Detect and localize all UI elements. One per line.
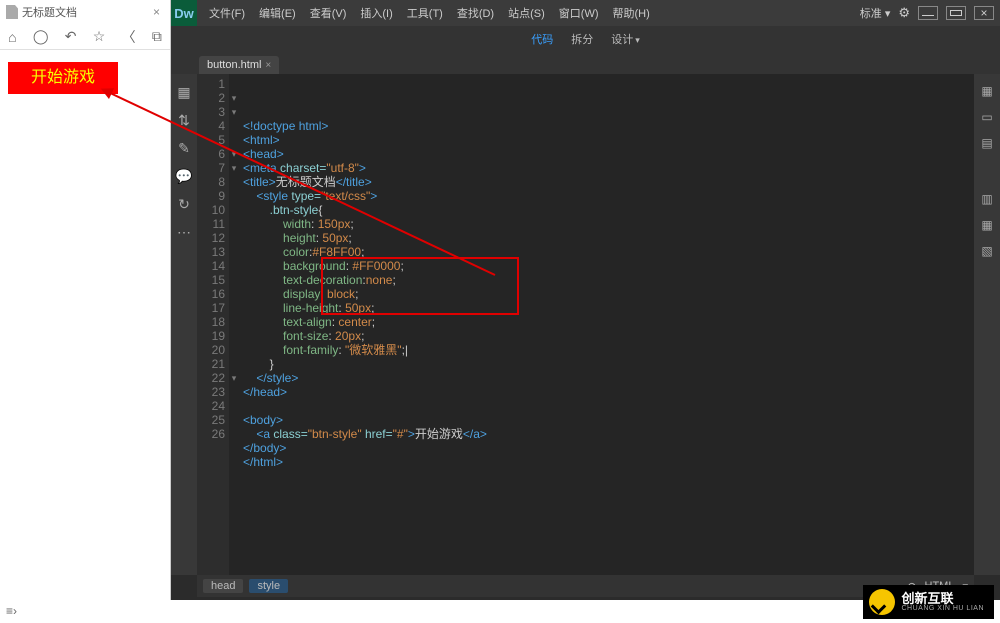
gear-icon[interactable]: ⚙: [898, 5, 910, 21]
fold-gutter: ▾▾▾▾▾: [229, 74, 239, 575]
preview-area: 开始游戏: [0, 50, 170, 106]
panel-icon[interactable]: ▤: [981, 136, 992, 150]
dreamweaver-logo: Dw: [171, 0, 197, 26]
comment-icon[interactable]: 💬: [176, 168, 192, 184]
workspace-switcher[interactable]: 标准 ▾: [860, 5, 891, 21]
wand-icon[interactable]: ✎: [176, 140, 192, 156]
menu-edit[interactable]: 编辑(E): [255, 5, 300, 21]
panel-icon[interactable]: ▧: [981, 244, 992, 258]
menu-view[interactable]: 查看(V): [306, 5, 351, 21]
browser-preview-panel: 无标题文档 × ⌂ ◯ ↶ ☆ 〈 ⧉ 开始游戏: [0, 0, 171, 600]
window-close-button[interactable]: ×: [974, 6, 994, 20]
brand-name: 创新互联: [901, 593, 984, 605]
browser-tab[interactable]: 无标题文档 ×: [0, 0, 170, 24]
home-icon[interactable]: ⌂: [8, 29, 16, 45]
menu-icon[interactable]: ≡›: [6, 604, 17, 618]
breadcrumb-style[interactable]: style: [249, 579, 288, 593]
menu-insert[interactable]: 插入(I): [356, 5, 396, 21]
brand-subtitle: CHUANG XIN HU LIAN: [901, 605, 984, 612]
view-design[interactable]: 设计▾: [611, 31, 640, 47]
watermark-logo: 创新互联 CHUANG XIN HU LIAN: [863, 585, 994, 619]
panel-icon[interactable]: ▦: [981, 84, 992, 98]
menu-file[interactable]: 文件(F): [205, 5, 249, 21]
reload-icon[interactable]: ◯: [33, 28, 49, 45]
document-tabs: button.html ×: [171, 52, 1000, 74]
menu-site[interactable]: 站点(S): [504, 5, 549, 21]
document-tab-label: button.html: [207, 59, 261, 71]
file-icon[interactable]: ▦: [176, 84, 192, 100]
dreamweaver-window: Dw 文件(F) 编辑(E) 查看(V) 插入(I) 工具(T) 查找(D) 站…: [171, 0, 1000, 623]
window-maximize-button[interactable]: [946, 6, 966, 20]
window-minimize-button[interactable]: [918, 6, 938, 20]
tab-title: 无标题文档: [22, 4, 77, 20]
status-bar: head style ⊘ HTML ▾: [197, 575, 974, 597]
collapse-icon[interactable]: ⇅: [176, 112, 192, 128]
breadcrumb-head[interactable]: head: [203, 579, 243, 593]
forward-icon[interactable]: 〈: [122, 27, 136, 47]
code-area[interactable]: <!doctype html><html><head><meta charset…: [239, 74, 974, 575]
view-split[interactable]: 拆分: [571, 31, 593, 47]
browser-nav-bar: ⌂ ◯ ↶ ☆ 〈 ⧉: [0, 24, 170, 50]
view-code[interactable]: 代码: [531, 31, 553, 47]
brand-mark-icon: [869, 589, 895, 615]
panel-icon[interactable]: ▦: [981, 218, 992, 232]
menu-window[interactable]: 窗口(W): [555, 5, 603, 21]
line-number-gutter: 1234567891011121314151617181920212223242…: [197, 74, 229, 575]
bottom-strip: ≡›: [0, 600, 1000, 623]
back-icon[interactable]: ↶: [65, 28, 77, 45]
star-icon[interactable]: ☆: [93, 28, 106, 45]
document-icon: [6, 5, 18, 19]
more-icon[interactable]: ⋯: [176, 224, 192, 240]
copy-icon[interactable]: ⧉: [152, 28, 162, 45]
start-game-button[interactable]: 开始游戏: [8, 62, 118, 94]
titlebar: Dw 文件(F) 编辑(E) 查看(V) 插入(I) 工具(T) 查找(D) 站…: [171, 0, 1000, 26]
menu-find[interactable]: 查找(D): [453, 5, 498, 21]
view-switcher: 代码 拆分 设计▾: [171, 26, 1000, 52]
tab-close-button[interactable]: ×: [149, 5, 164, 19]
refresh-icon[interactable]: ↻: [176, 196, 192, 212]
menu-bar: 文件(F) 编辑(E) 查看(V) 插入(I) 工具(T) 查找(D) 站点(S…: [205, 5, 654, 21]
menu-help[interactable]: 帮助(H): [609, 5, 654, 21]
close-icon[interactable]: ×: [265, 60, 271, 71]
panel-icon[interactable]: ▥: [981, 192, 992, 206]
menu-tools[interactable]: 工具(T): [403, 5, 447, 21]
document-tab[interactable]: button.html ×: [199, 56, 279, 74]
left-tool-rail: ▦ ⇅ ✎ 💬 ↻ ⋯: [171, 74, 197, 575]
code-editor[interactable]: 1234567891011121314151617181920212223242…: [197, 74, 974, 575]
panel-icon[interactable]: ▭: [981, 110, 992, 124]
right-panel-rail: ▦ ▭ ▤ ▥ ▦ ▧: [974, 74, 1000, 575]
